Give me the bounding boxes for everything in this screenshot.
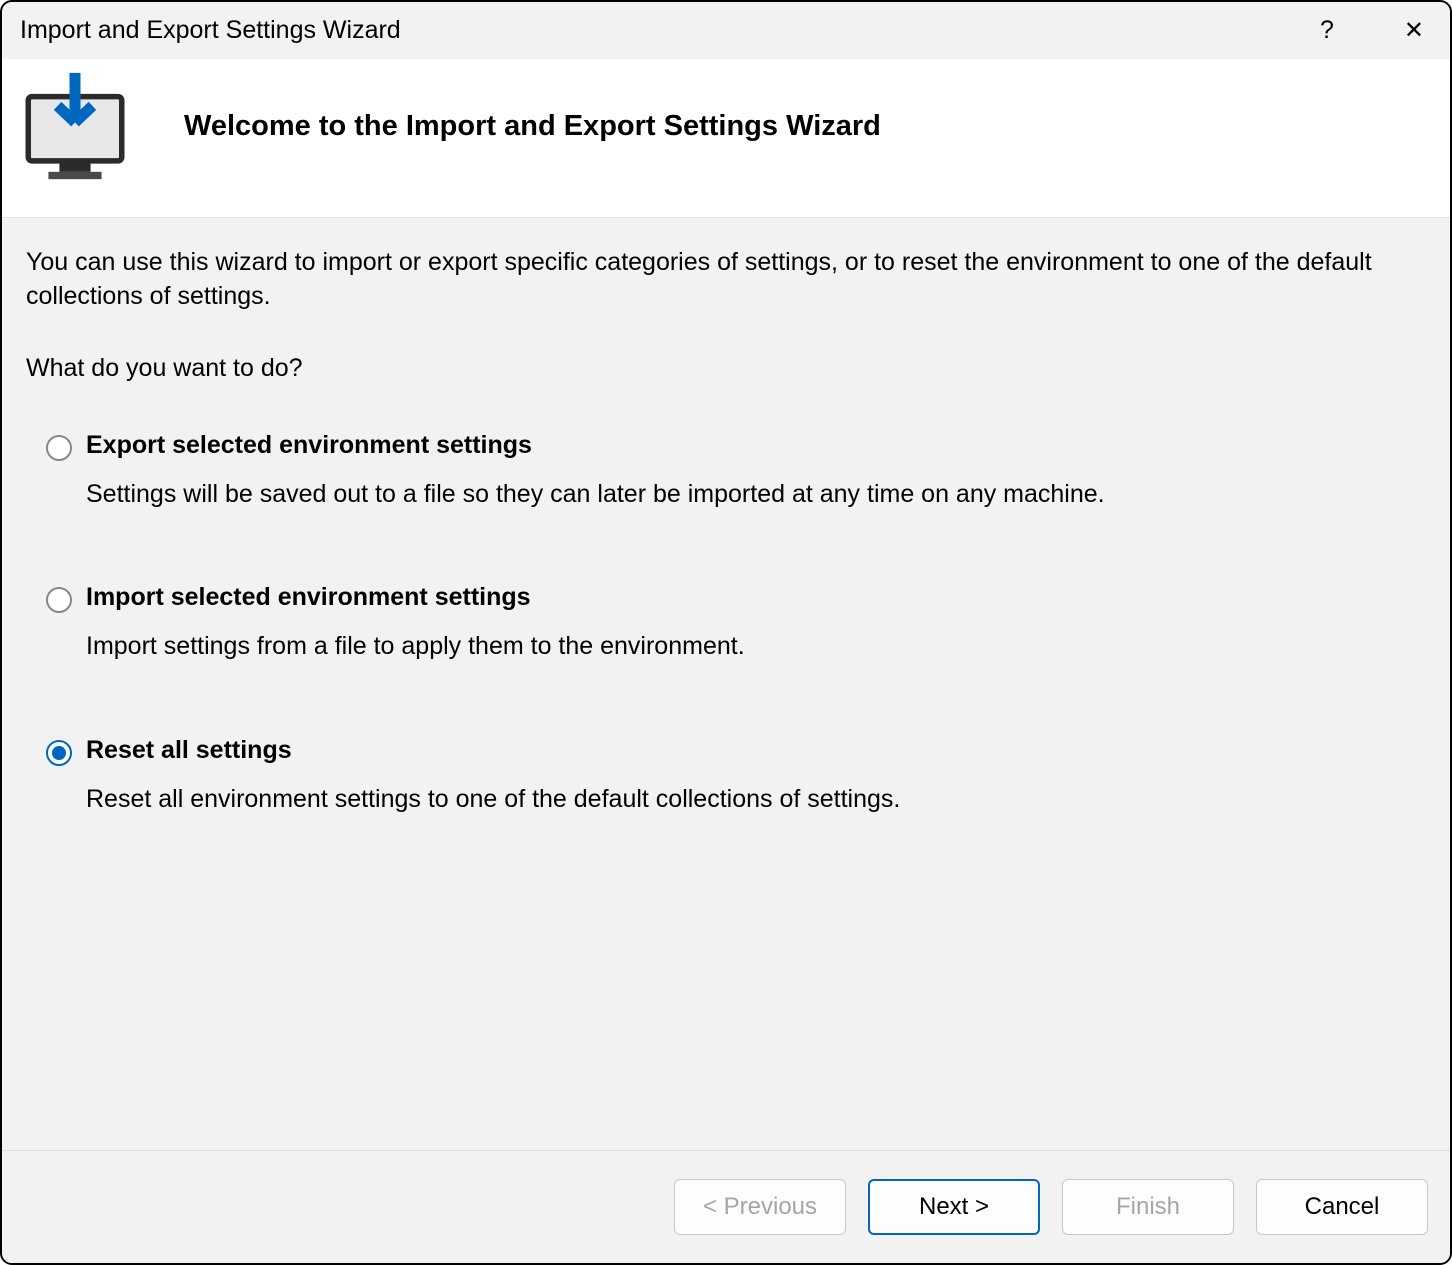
option-import-label: Import selected environment settings	[86, 583, 1426, 612]
page-title: Welcome to the Import and Export Setting…	[184, 110, 881, 143]
option-import[interactable]: Import selected environment settings Imp…	[46, 583, 1426, 664]
header-section: Welcome to the Import and Export Setting…	[2, 59, 1450, 218]
intro-text: You can use this wizard to import or exp…	[26, 246, 1426, 314]
prompt-text: What do you want to do?	[26, 354, 1426, 383]
option-reset[interactable]: Reset all settings Reset all environment…	[46, 736, 1426, 817]
option-reset-desc: Reset all environment settings to one of…	[86, 783, 1426, 817]
radio-reset[interactable]	[46, 740, 72, 766]
option-reset-text: Reset all settings Reset all environment…	[86, 736, 1426, 817]
option-export-text: Export selected environment settings Set…	[86, 431, 1426, 512]
option-export-desc: Settings will be saved out to a file so …	[86, 478, 1426, 512]
wizard-window: Import and Export Settings Wizard ? ✕ We…	[0, 0, 1452, 1265]
cancel-button[interactable]: Cancel	[1256, 1179, 1428, 1235]
content-area: You can use this wizard to import or exp…	[2, 218, 1450, 1150]
option-import-desc: Import settings from a file to apply the…	[86, 630, 1426, 664]
titlebar-controls: ? ✕	[1312, 12, 1432, 49]
finish-button[interactable]: Finish	[1062, 1179, 1234, 1235]
option-import-text: Import selected environment settings Imp…	[86, 583, 1426, 664]
window-title: Import and Export Settings Wizard	[20, 16, 401, 45]
radio-export[interactable]	[46, 435, 72, 461]
close-button[interactable]: ✕	[1396, 15, 1432, 47]
option-reset-label: Reset all settings	[86, 736, 1426, 765]
next-button[interactable]: Next >	[868, 1179, 1040, 1235]
options-group: Export selected environment settings Set…	[26, 431, 1426, 817]
import-monitor-icon	[20, 71, 130, 181]
radio-import[interactable]	[46, 587, 72, 613]
titlebar: Import and Export Settings Wizard ? ✕	[2, 2, 1450, 59]
option-export[interactable]: Export selected environment settings Set…	[46, 431, 1426, 512]
footer: < Previous Next > Finish Cancel	[2, 1150, 1450, 1263]
previous-button[interactable]: < Previous	[674, 1179, 846, 1235]
option-export-label: Export selected environment settings	[86, 431, 1426, 460]
help-button[interactable]: ?	[1312, 12, 1342, 49]
